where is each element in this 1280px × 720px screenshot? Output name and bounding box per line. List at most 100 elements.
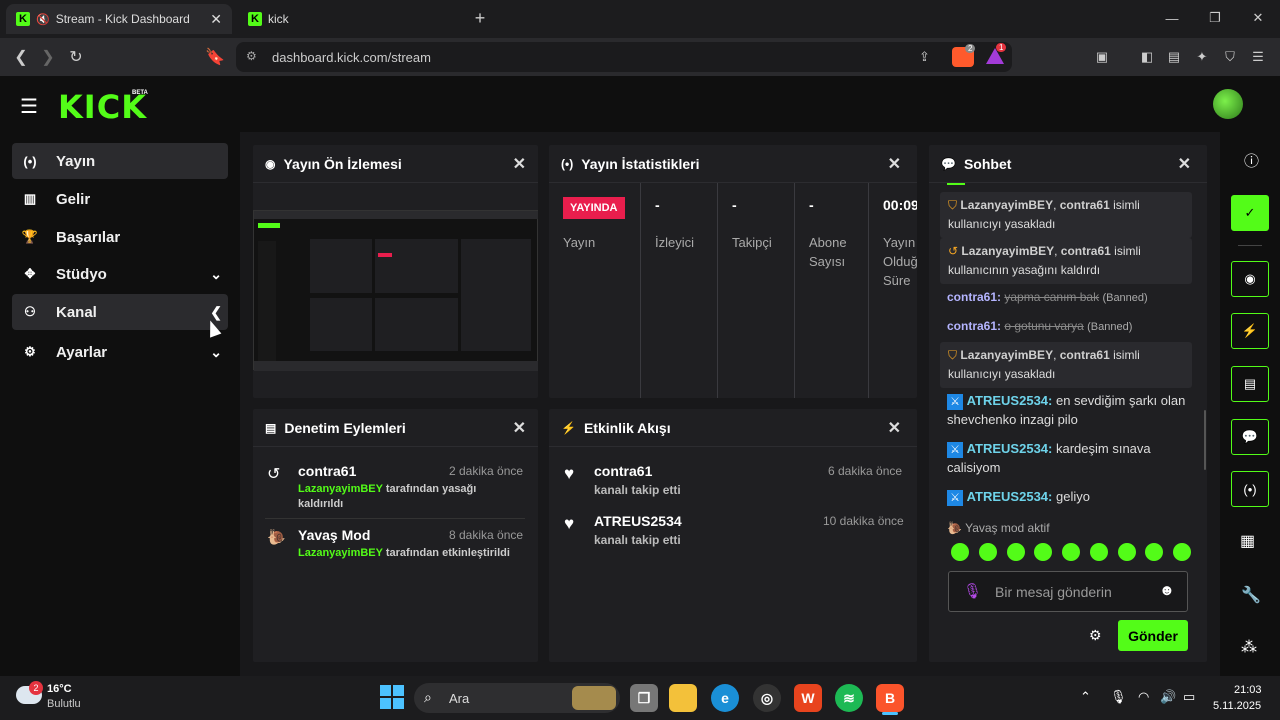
chat-target[interactable]: contra61 xyxy=(1060,348,1110,362)
close-icon[interactable]: ✕ xyxy=(888,154,901,174)
actor-name[interactable]: LazanyayimBEY xyxy=(298,483,383,495)
browser-tab-kick[interactable]: K kick xyxy=(238,4,458,34)
microphone-icon[interactable]: 🎙 xyxy=(963,582,982,600)
volume-icon[interactable]: 🔊 xyxy=(1160,689,1176,705)
muted-speaker-icon[interactable]: 🔇 xyxy=(36,13,50,26)
emote-icon[interactable] xyxy=(1173,543,1191,561)
windows-start-icon[interactable] xyxy=(380,685,404,709)
brave-icon[interactable]: B xyxy=(876,684,904,712)
task-view-icon[interactable]: ❐ xyxy=(630,684,658,712)
emote-icon[interactable] xyxy=(1145,543,1164,561)
hamburger-menu-icon[interactable]: ☰ xyxy=(20,94,38,119)
check-button[interactable]: ✓ xyxy=(1231,195,1269,231)
bookmark-icon[interactable]: 🔖 xyxy=(204,46,226,68)
emote-icon[interactable] xyxy=(1062,543,1080,561)
sidebar-item-yayin[interactable]: (•) Yayın xyxy=(12,143,228,179)
chat-user[interactable]: LazanyayimBEY xyxy=(960,348,1053,362)
rail-stats-button[interactable]: (•) xyxy=(1231,471,1269,507)
wifi-icon[interactable]: ◠ xyxy=(1138,689,1149,705)
sidebar-item-gelir[interactable]: ▥ Gelir xyxy=(12,181,228,217)
chat-user[interactable]: ATREUS2534 xyxy=(967,489,1048,504)
sidebar-item-kanal[interactable]: ⚇ Kanal ❮ xyxy=(12,294,228,330)
chat-input[interactable]: 🎙 Bir mesaj gönderin ☻ xyxy=(948,571,1188,612)
menu-icon[interactable]: ☰ xyxy=(1247,46,1269,68)
entry-name[interactable]: ATREUS2534 xyxy=(594,513,682,529)
close-window-button[interactable]: ✕ xyxy=(1248,8,1268,28)
clock-time[interactable]: 21:03 xyxy=(1234,684,1262,696)
emote-icon[interactable] xyxy=(951,543,969,561)
chat-user[interactable]: contra61 xyxy=(947,290,997,304)
emote-icon[interactable] xyxy=(1117,543,1136,561)
site-settings-icon[interactable]: ⚙ xyxy=(246,49,257,63)
sidebar-item-basarilar[interactable]: 🏆 Başarılar xyxy=(12,219,228,255)
emote-icon[interactable] xyxy=(1006,543,1025,561)
close-icon[interactable]: ✕ xyxy=(513,154,526,174)
obs-icon[interactable]: ◎ xyxy=(753,684,781,712)
maximize-button[interactable]: ❐ xyxy=(1205,8,1225,28)
weather-desc: Bulutlu xyxy=(47,698,81,710)
rail-activity-button[interactable]: ⚡ xyxy=(1231,313,1269,349)
entry-time: 6 dakika önce xyxy=(828,464,903,478)
info-icon[interactable]: ⓘ xyxy=(1244,150,1259,171)
forward-button[interactable]: ❯ xyxy=(37,46,59,68)
minimize-button[interactable]: — xyxy=(1162,8,1182,28)
chat-target[interactable]: contra61 xyxy=(1061,244,1111,258)
chevron-up-icon[interactable]: ⌃ xyxy=(1080,689,1091,705)
wps-office-icon[interactable]: W xyxy=(794,684,822,712)
emoji-icon[interactable]: ☻ xyxy=(1159,582,1175,599)
close-icon[interactable]: ✕ xyxy=(513,418,526,438)
reload-button[interactable]: ↻ xyxy=(65,46,87,68)
new-tab-button[interactable]: + xyxy=(470,8,490,28)
browser-tab-dashboard[interactable]: K 🔇 Stream - Kick Dashboard ✕ xyxy=(6,4,232,34)
emote-icon[interactable] xyxy=(1034,543,1053,561)
panel-title: Sohbet xyxy=(963,155,1012,172)
rail-moderation-button[interactable]: ▤ xyxy=(1231,366,1269,402)
layout-icon[interactable]: ▦ xyxy=(1240,531,1255,551)
integrations-icon[interactable]: ⁂ xyxy=(1241,637,1257,657)
address-bar[interactable]: ⚙ dashboard.kick.com/stream ⇪ 2 1 xyxy=(236,42,1012,72)
emote-bar xyxy=(951,543,1191,563)
rail-chat-button[interactable]: 💬 xyxy=(1231,419,1269,455)
microphone-icon[interactable]: 🎙 xyxy=(1110,689,1127,705)
close-icon[interactable]: ✕ xyxy=(1178,154,1191,174)
file-explorer-icon[interactable] xyxy=(669,684,697,712)
leo-ai-icon[interactable]: ✦ xyxy=(1191,46,1213,68)
stat-value: - xyxy=(655,197,660,213)
spotify-icon[interactable]: ≋ xyxy=(835,684,863,712)
chat-scrollbar[interactable] xyxy=(1204,410,1206,470)
battery-icon[interactable]: ▭ xyxy=(1183,689,1195,705)
chat-settings-gear-icon[interactable]: ⚙ xyxy=(1089,627,1102,644)
close-icon[interactable]: ✕ xyxy=(888,418,901,438)
taskbar-search[interactable]: ⌕ Ara xyxy=(414,683,620,713)
chat-user[interactable]: LazanyayimBEY xyxy=(961,244,1054,258)
rail-preview-button[interactable]: ◉ xyxy=(1231,261,1269,297)
sidebar-item-studyo[interactable]: ✥ Stüdyo ⌄ xyxy=(12,256,228,292)
actor-name[interactable]: LazanyayimBEY xyxy=(298,547,383,559)
chat-target[interactable]: contra61 xyxy=(1060,198,1110,212)
snail-icon: 🐌 xyxy=(947,521,962,535)
chat-user[interactable]: LazanyayimBEY xyxy=(960,198,1053,212)
emote-icon[interactable] xyxy=(978,543,997,561)
vpn-icon[interactable]: ⛉ xyxy=(1219,46,1241,68)
sidebar-toggle-icon[interactable]: ◧ xyxy=(1136,46,1158,68)
chat-user[interactable]: contra61 xyxy=(947,319,997,333)
stream-preview-video[interactable] xyxy=(253,210,538,371)
wrench-icon[interactable]: 🔧 xyxy=(1241,585,1261,605)
wallet-icon[interactable]: ▤ xyxy=(1163,46,1185,68)
share-icon[interactable]: ⇪ xyxy=(919,49,930,65)
emote-icon[interactable] xyxy=(1089,543,1108,561)
moderation-panel: ▤ Denetim Eylemleri ✕ ↺ contra61 2 dakik… xyxy=(253,409,538,662)
sidebar-item-ayarlar[interactable]: ⚙ Ayarlar ⌄ xyxy=(12,334,228,370)
back-button[interactable]: ❮ xyxy=(10,46,32,68)
entry-name[interactable]: contra61 xyxy=(594,463,652,479)
close-tab-icon[interactable]: ✕ xyxy=(210,11,222,28)
user-avatar[interactable] xyxy=(1213,89,1243,119)
chat-user[interactable]: ATREUS2534 xyxy=(967,441,1048,456)
reader-mode-icon[interactable]: ▣ xyxy=(1091,46,1113,68)
edge-icon[interactable]: e xyxy=(711,684,739,712)
send-button[interactable]: Gönder xyxy=(1118,620,1188,651)
brave-shields-icon[interactable]: 2 xyxy=(952,44,976,67)
camera-icon: ◉ xyxy=(265,156,276,171)
chat-user[interactable]: ATREUS2534 xyxy=(967,393,1048,408)
clock-date[interactable]: 5.11.2025 xyxy=(1213,700,1261,712)
